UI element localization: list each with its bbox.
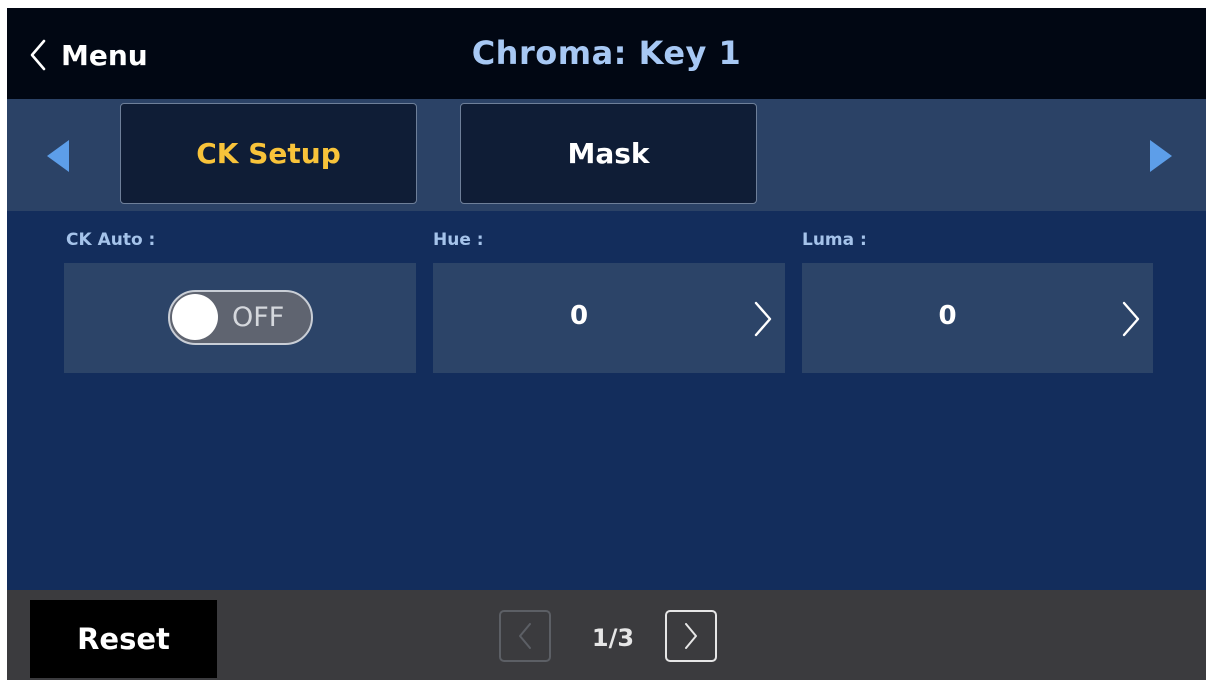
prev-page-button[interactable] <box>499 610 551 662</box>
chroma-key-screen: Menu Chroma: Key 1 CK Setup Mask CK Auto… <box>7 8 1206 680</box>
triangle-right-icon <box>1150 140 1172 172</box>
chevron-right-icon <box>685 623 697 649</box>
toggle-knob <box>172 294 218 340</box>
chevron-right-icon[interactable] <box>753 301 773 337</box>
next-page-button[interactable] <box>665 610 717 662</box>
ck-auto-toggle[interactable]: OFF <box>168 290 313 345</box>
tab-ck-setup[interactable]: CK Setup <box>120 103 417 204</box>
tab-scroll-left-button[interactable] <box>45 139 71 177</box>
tab-scroll-right-button[interactable] <box>1148 139 1174 177</box>
luma-label: Luma : <box>802 230 867 250</box>
hue-value: 0 <box>569 301 589 331</box>
page-indicator: 1/3 <box>591 624 635 652</box>
reset-button[interactable]: Reset <box>30 600 217 678</box>
tab-mask[interactable]: Mask <box>460 103 757 204</box>
chevron-left-icon <box>519 623 531 649</box>
page-title: Chroma: Key 1 <box>471 34 742 72</box>
luma-control[interactable]: 0 <box>802 263 1153 373</box>
ck-auto-label: CK Auto : <box>66 230 156 250</box>
luma-value: 0 <box>938 301 957 331</box>
triangle-left-icon <box>47 140 69 172</box>
toggle-state: OFF <box>232 302 285 333</box>
ck-auto-panel: OFF <box>64 263 416 373</box>
footer-bar: Reset 1/3 <box>7 590 1206 680</box>
chevron-right-icon[interactable] <box>1121 301 1141 337</box>
tab-strip: CK Setup Mask <box>7 99 1206 211</box>
header-bar: Menu Chroma: Key 1 <box>7 8 1206 99</box>
hue-control[interactable]: 0 <box>433 263 785 373</box>
hue-label: Hue : <box>433 230 484 250</box>
